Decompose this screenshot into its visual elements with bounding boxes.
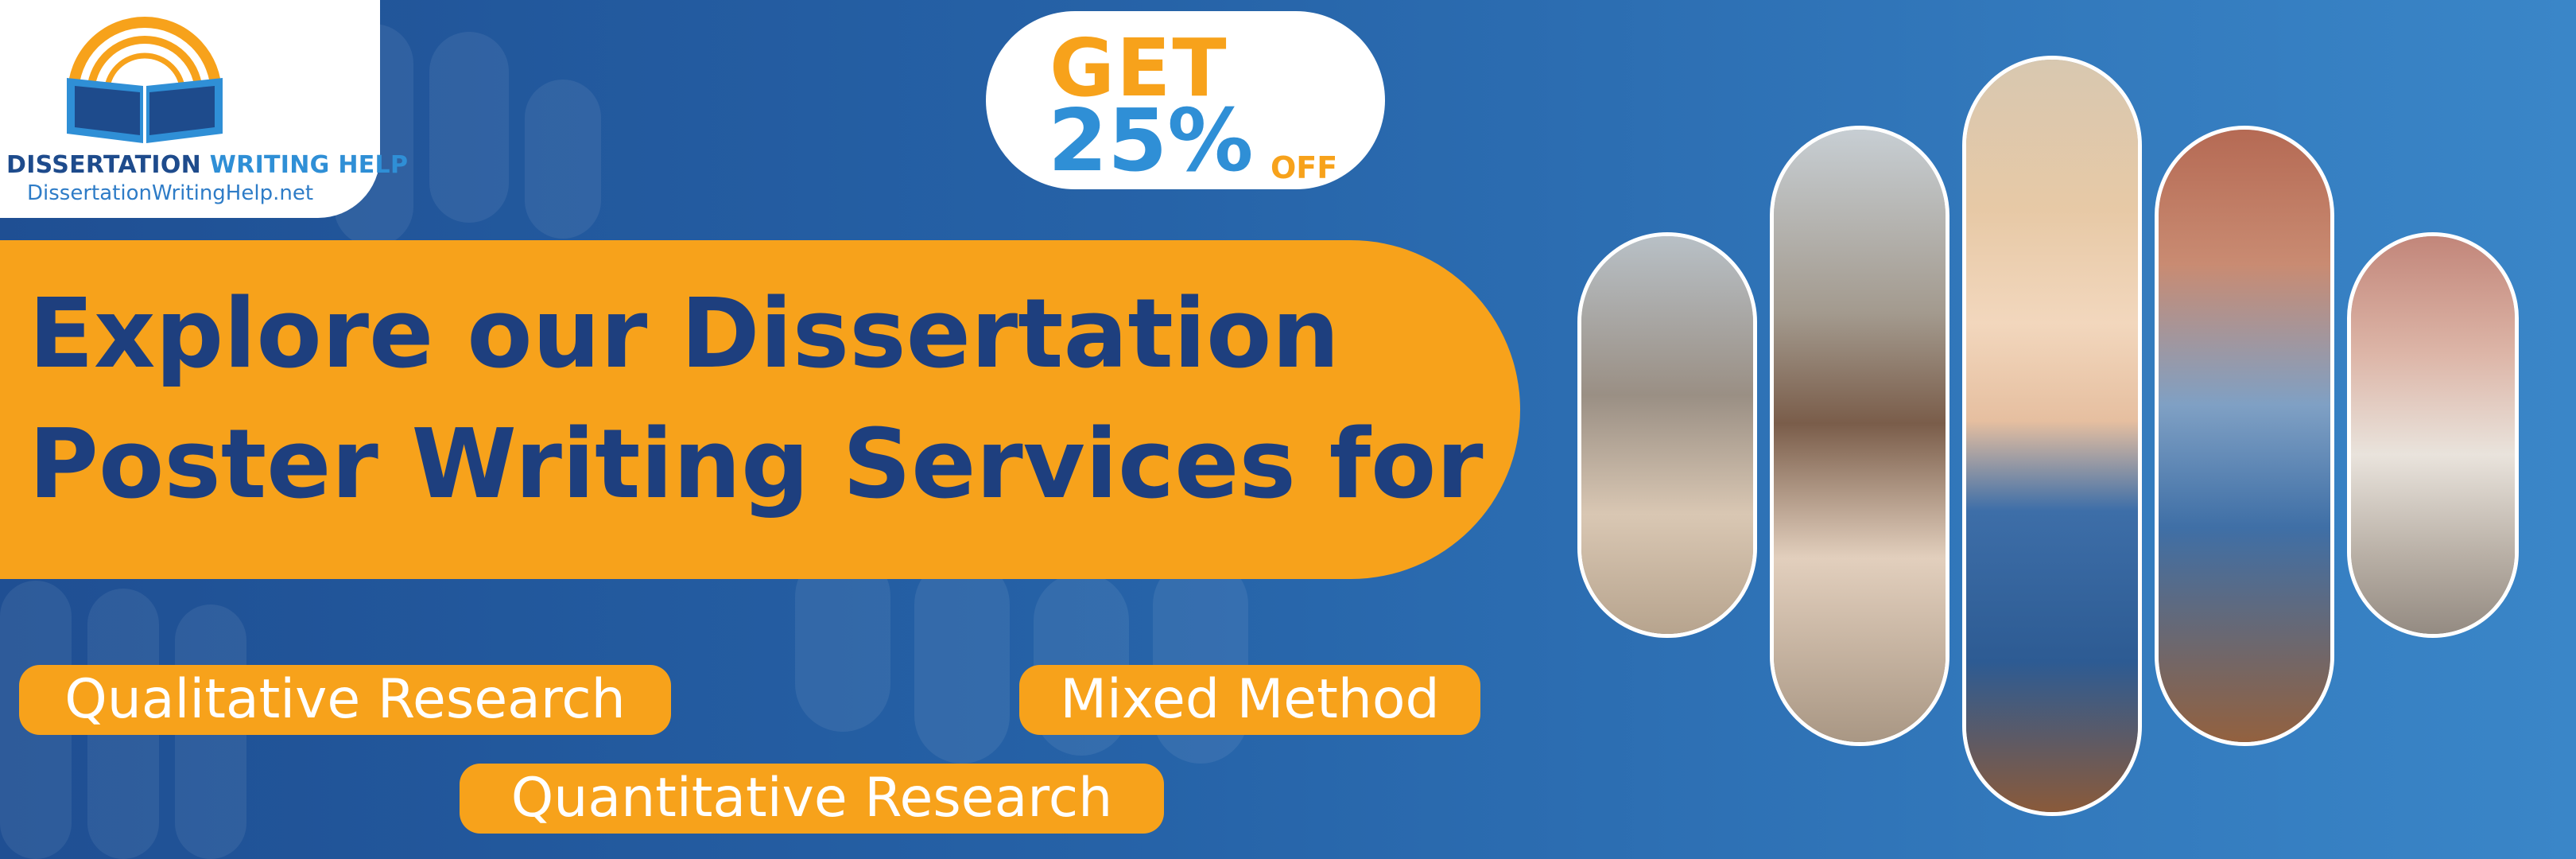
service-pill-quantitative[interactable]: Quantitative Research xyxy=(460,764,1164,834)
service-pill-qualitative[interactable]: Qualitative Research xyxy=(19,665,671,735)
headline-line-2: Poster Writing Services for xyxy=(29,410,1484,520)
background-decoration xyxy=(914,557,1010,764)
brand-url: DissertationWritingHelp.net xyxy=(27,181,314,205)
background-decoration xyxy=(429,32,509,223)
headline-line-1: Explore our Dissertation xyxy=(29,279,1340,390)
discount-badge[interactable]: GET 25% OFF xyxy=(986,11,1385,189)
background-decoration xyxy=(525,80,601,239)
photo-strip xyxy=(2347,232,2519,638)
brand-name-main: DISSERTATION xyxy=(6,151,210,179)
headline-banner: Explore our Dissertation Poster Writing … xyxy=(0,240,1520,579)
brand-name-accent: WRITING HELP xyxy=(209,151,409,179)
logo-card[interactable]: DISSERTATION WRITING HELP DissertationWr… xyxy=(0,0,408,218)
photo-strip xyxy=(1962,56,2142,816)
offer-off-text: OFF xyxy=(1271,150,1338,185)
brand-name: DISSERTATION WRITING HELP xyxy=(6,151,408,179)
service-pill-mixed-method[interactable]: Mixed Method xyxy=(1019,665,1480,735)
offer-percent: 25% xyxy=(1048,91,1254,191)
open-book-sunrise-icon xyxy=(67,17,223,143)
photo-strip xyxy=(2155,126,2334,746)
photo-strip xyxy=(1770,126,1949,746)
photo-strip xyxy=(1577,232,1757,638)
